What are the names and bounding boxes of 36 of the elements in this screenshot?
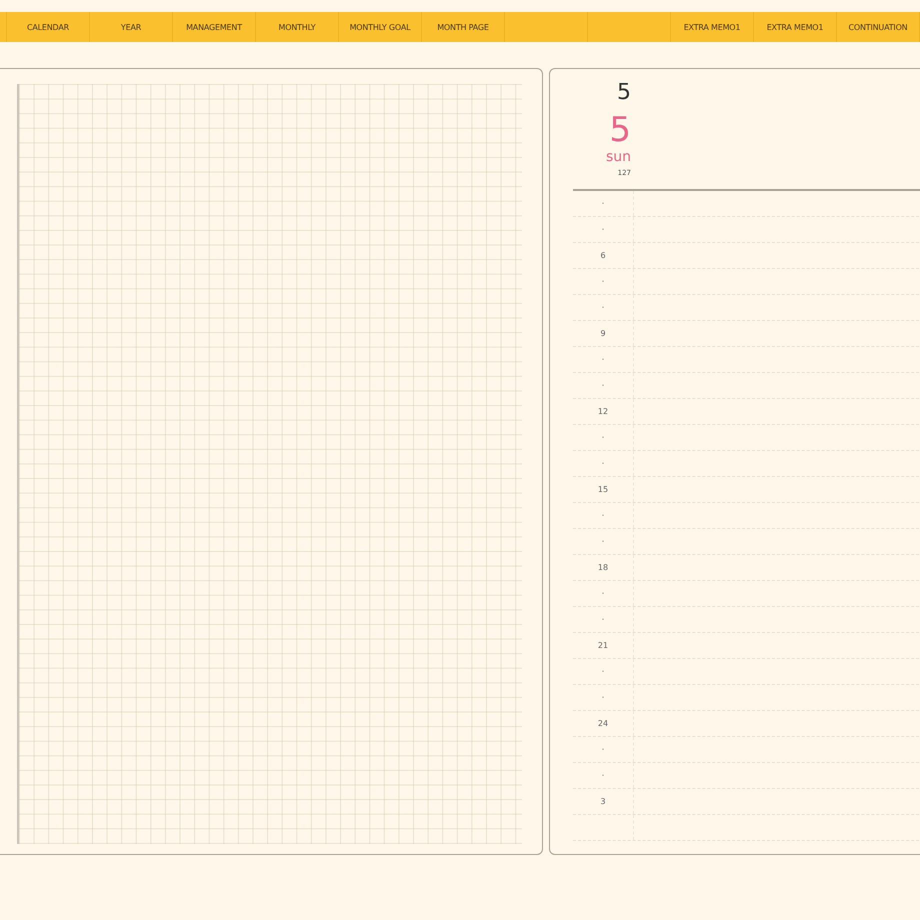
nav-tab[interactable]: EXTRA MEMO1 xyxy=(670,12,753,42)
nav-tab[interactable]: CONTINUATION xyxy=(836,12,919,42)
hour-label: 6 xyxy=(599,250,607,262)
nav-tab[interactable]: YEAR xyxy=(89,12,172,42)
hour-label: · xyxy=(600,224,606,236)
hour-label: · xyxy=(600,588,606,600)
hour-label: · xyxy=(600,692,606,704)
hour-label: 3 xyxy=(599,796,607,808)
nav-tab[interactable]: MONTHLY GOAL xyxy=(338,12,421,42)
hour-label: · xyxy=(600,198,606,210)
hour-label: · xyxy=(600,354,606,366)
hour-label: 15 xyxy=(596,484,610,496)
hour-label: 24 xyxy=(596,718,610,730)
nav-tab[interactable]: MONTHLY xyxy=(255,12,338,42)
hour-label: · xyxy=(600,510,606,522)
hour-label: 9 xyxy=(599,328,607,340)
hour-label: 21 xyxy=(596,640,610,652)
hour-label: · xyxy=(600,302,606,314)
weekday-label: sun xyxy=(606,149,631,165)
day-number: 5 xyxy=(609,111,631,149)
hour-label: 12 xyxy=(596,406,610,418)
hour-label: · xyxy=(600,458,606,470)
hour-label: · xyxy=(600,432,606,444)
nav-tab[interactable]: CALENDAR xyxy=(6,12,89,42)
hour-label: · xyxy=(600,536,606,548)
month-number: 5 xyxy=(617,79,631,107)
nav-tab[interactable]: EXTRA MEMO1 xyxy=(753,12,836,42)
hour-label: · xyxy=(600,380,606,392)
nav-tab[interactable]: MANAGEMENT xyxy=(172,12,255,42)
nav-tab[interactable]: MONTH PAGE xyxy=(421,12,504,42)
hour-label: · xyxy=(600,666,606,678)
hour-label: · xyxy=(600,770,606,782)
hour-label: · xyxy=(600,744,606,756)
hour-label: · xyxy=(600,614,606,626)
hour-label: · xyxy=(600,276,606,288)
hour-label: 18 xyxy=(596,562,610,574)
